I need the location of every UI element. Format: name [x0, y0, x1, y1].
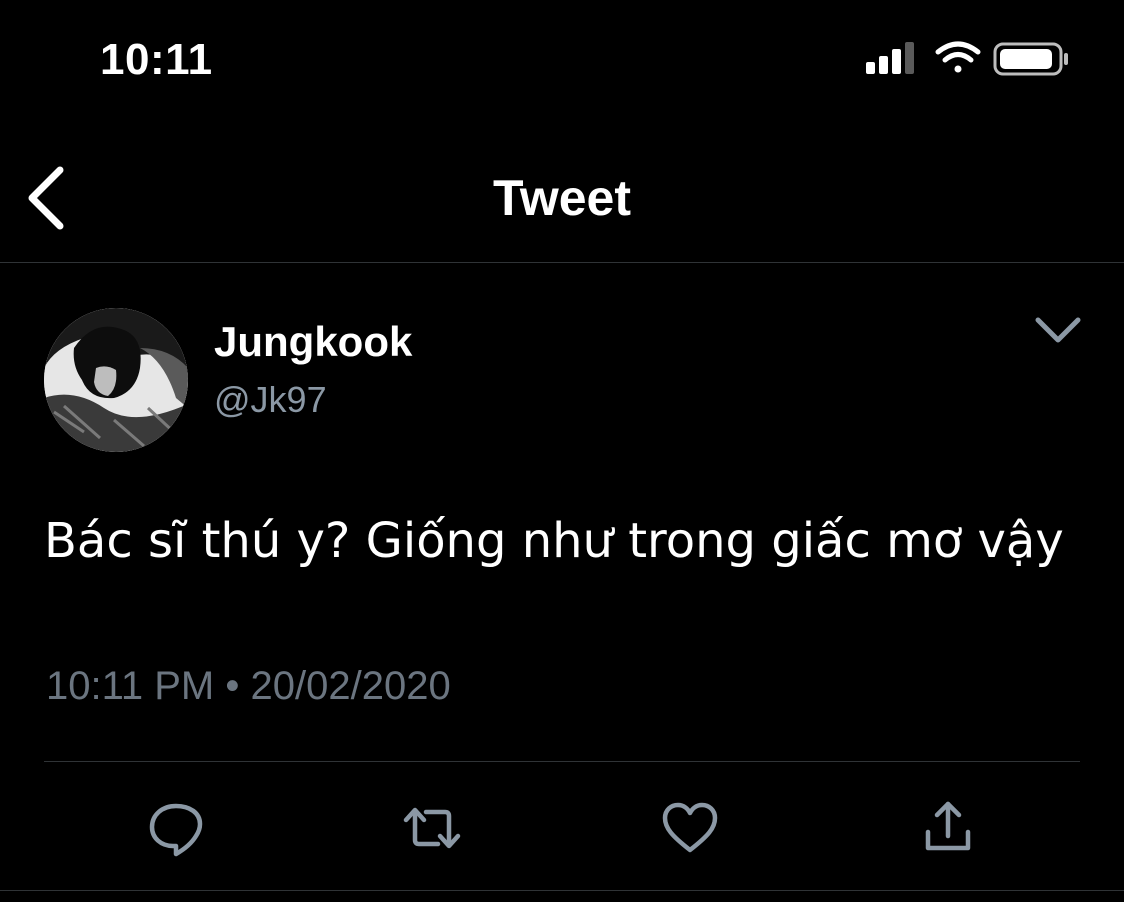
- tweet-time: 10:11 PM: [46, 664, 215, 708]
- action-divider: [44, 761, 1080, 762]
- reply-icon: [149, 803, 203, 857]
- header-divider: [0, 262, 1124, 263]
- meta-separator: •: [225, 664, 240, 708]
- share-icon: [925, 801, 971, 851]
- bottom-divider: [0, 890, 1124, 891]
- tweet-date: 20/02/2020: [250, 664, 451, 708]
- wifi-icon: [935, 41, 981, 73]
- retweet-icon: [403, 807, 461, 849]
- status-time: 10:11: [100, 35, 213, 84]
- retweet-button[interactable]: [402, 798, 462, 858]
- share-button[interactable]: [918, 798, 978, 858]
- author-display-name[interactable]: Jungkook: [214, 318, 412, 366]
- more-options-button[interactable]: [1028, 306, 1088, 356]
- chevron-down-icon: [1035, 317, 1081, 343]
- cellular-signal-icon: [866, 42, 914, 74]
- reply-button[interactable]: [146, 798, 206, 858]
- page-title: Tweet: [493, 170, 631, 226]
- battery-icon: [993, 42, 1068, 76]
- tweet-timestamp: 10:11 PM • 20/02/2020: [46, 660, 451, 712]
- like-button[interactable]: [660, 798, 720, 858]
- status-icons: [866, 40, 1076, 80]
- heart-icon: [662, 802, 718, 853]
- tweet-text: Bác sĩ thú y? Giống như trong giấc mơ vậ…: [44, 513, 1064, 569]
- author-handle: @Jk97: [214, 379, 327, 420]
- avatar-photo: [44, 308, 188, 452]
- avatar[interactable]: [44, 308, 188, 452]
